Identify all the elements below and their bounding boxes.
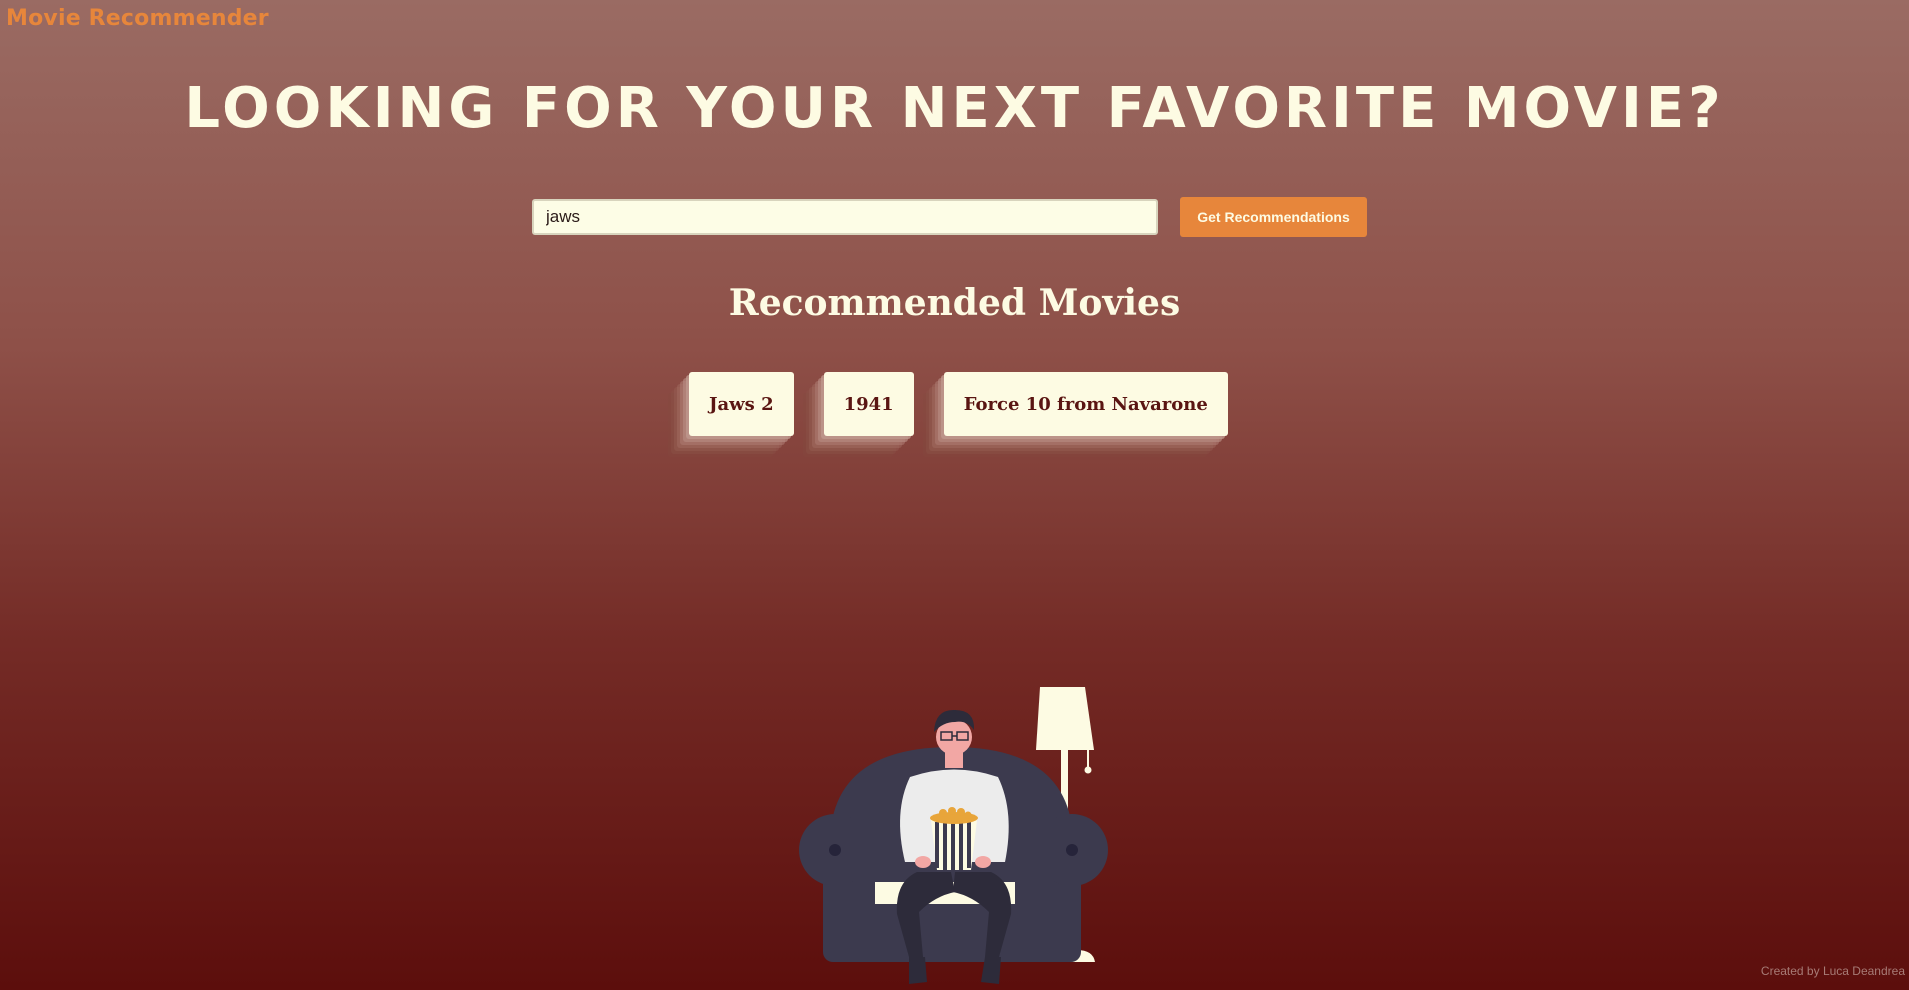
movie-search-input[interactable] [532, 199, 1158, 235]
hero-title: Looking for your next favorite movie? [184, 76, 1725, 141]
brand-logo-text[interactable]: Movie Recommender [6, 6, 269, 31]
movie-card[interactable]: 1941 [823, 372, 914, 436]
recommended-movies-heading: Recommended Movies [728, 282, 1181, 324]
search-form: Get Recommendations [532, 196, 1367, 238]
footer-credit: Created by Luca Deandrea [1760, 964, 1905, 978]
recommended-movie-list: Jaws 2 1941 Force 10 from Navarone [689, 372, 1228, 436]
movie-card[interactable]: Jaws 2 [689, 372, 794, 436]
person-on-couch-illustration [799, 687, 1108, 984]
get-recommendations-button[interactable]: Get Recommendations [1180, 197, 1367, 237]
movie-card[interactable]: Force 10 from Navarone [943, 372, 1228, 436]
